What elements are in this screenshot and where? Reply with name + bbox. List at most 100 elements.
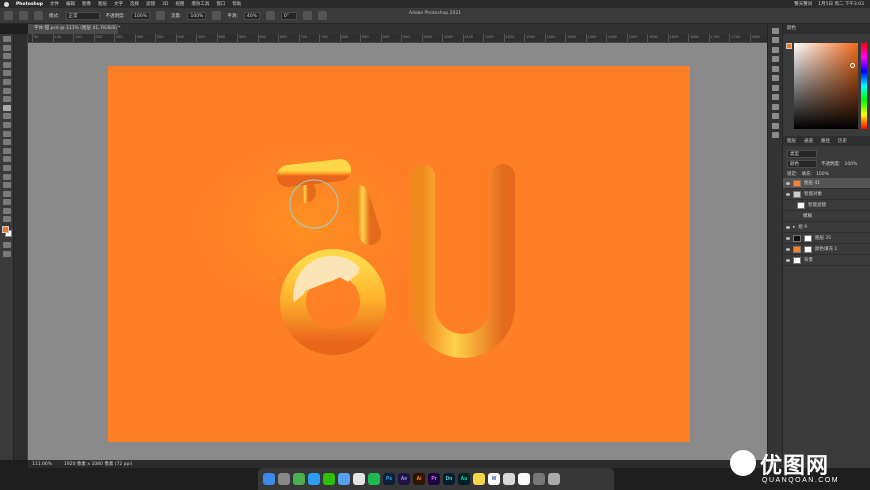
brush-preset-icon[interactable] [34,11,43,20]
audition-icon[interactable]: Au [458,473,470,485]
quick-mask-icon[interactable] [2,242,11,249]
menu-window[interactable]: 窗口 [216,1,225,7]
symmetry-icon[interactable] [317,11,327,20]
menubar-status-text[interactable]: 蟹天蟹间 [794,1,812,7]
layer-row[interactable]: ▸ 组 9 [783,222,870,233]
properties-icon[interactable] [771,37,779,43]
rectangle-tool-icon[interactable] [2,190,11,197]
crop-tool-icon[interactable] [2,70,11,77]
hand-tool-icon[interactable] [2,199,11,206]
visibility-eye-icon[interactable] [786,236,790,240]
menu-edit[interactable]: 编辑 [66,1,75,7]
layer-name[interactable]: 智能滤镜 [808,202,826,208]
healing-brush-tool-icon[interactable] [2,96,11,103]
layer-name[interactable]: 智能对象 [804,191,822,197]
zoom-tool-icon[interactable] [2,207,11,214]
smoothing-settings-icon[interactable] [265,11,275,20]
color-field[interactable] [794,43,858,129]
airbrush-icon[interactable] [212,11,222,20]
premiere-icon[interactable]: Pr [428,473,440,485]
artboard[interactable] [108,66,690,442]
layer-name[interactable]: 颜色填充 1 [815,246,837,252]
eyedropper-tool-icon[interactable] [2,87,11,94]
layer-row[interactable]: 背景 [783,255,870,266]
paragraph-icon[interactable] [771,65,779,72]
tab-layers[interactable]: 图层 [787,138,796,144]
blend-mode-select[interactable]: 颜色 [787,160,817,168]
color-swatches[interactable] [0,226,13,240]
word-icon[interactable]: W [488,473,500,485]
launchpad-icon[interactable] [278,473,290,485]
menu-filter[interactable]: 滤镜 [146,1,155,7]
layer-filter-kind[interactable]: 类型 [787,150,817,158]
tab-paths[interactable]: 路径 [821,138,830,144]
preview-icon[interactable] [503,473,515,485]
layer-name[interactable]: 图层 35 [815,235,831,241]
menu-file[interactable]: 文件 [50,1,59,7]
layer-opacity-value[interactable]: 100% [845,162,858,167]
menu-3d[interactable]: 3D [162,2,168,7]
layer-row[interactable]: 图层 35 [783,233,870,244]
wechat-icon[interactable] [323,473,335,485]
color-panel-tab[interactable]: 颜色 [783,24,870,34]
move-tool-icon[interactable] [2,36,11,42]
after-effects-icon[interactable]: Ae [398,473,410,485]
foreground-swatch[interactable] [2,226,9,234]
menu-type[interactable]: 文字 [114,1,123,7]
mode-select[interactable]: 正常 [65,11,100,20]
layer-name[interactable]: 组 9 [798,224,807,230]
color-picker-handle[interactable] [850,63,855,68]
menu-help[interactable]: 帮助 [232,1,241,7]
pressure-size-icon[interactable] [302,11,312,20]
trash-icon[interactable] [548,473,560,485]
status-doc-info[interactable]: 1920 像素 x 1080 像素 (72 ppi) [64,461,132,467]
character-icon[interactable] [771,56,779,62]
home-icon[interactable] [4,11,13,20]
layer-name[interactable]: 背景 [804,257,813,263]
menu-view[interactable]: 视图 [175,1,184,7]
dimension-icon[interactable]: Dn [443,473,455,485]
layer-name[interactable]: 模糊 [803,213,812,219]
status-zoom[interactable]: 111.06% [32,462,52,467]
tab-channels[interactable]: 通道 [804,138,813,144]
canvas-workspace[interactable] [28,43,767,460]
calendar-icon[interactable] [518,473,530,485]
menu-app-name[interactable]: Photoshop [16,2,43,7]
layer-name[interactable]: 图层 41 [804,180,820,186]
menu-plugins[interactable]: 增效工具 [191,1,209,7]
eraser-tool-icon[interactable] [2,130,11,137]
hue-slider[interactable] [861,43,867,129]
lasso-tool-icon[interactable] [2,53,11,60]
screen-mode-icon[interactable] [2,251,11,258]
color-panel-foreground-swatch[interactable] [786,43,792,49]
menu-image[interactable]: 图像 [82,1,91,7]
history-brush-tool-icon[interactable] [2,121,11,128]
brush-settings-icon[interactable] [771,46,779,53]
apple-icon[interactable] [4,1,9,7]
visibility-eye-icon[interactable] [786,181,790,185]
opacity-input[interactable]: 100% [131,11,150,20]
layer-row[interactable]: 智能滤镜 [783,200,870,211]
styles-icon[interactable] [771,132,779,138]
dodge-tool-icon[interactable] [2,156,11,163]
document-tab[interactable]: 字体-甜.psd @ 111% (图层 41, RGB/8) * [28,24,121,34]
safari-icon[interactable] [308,473,320,485]
path-select-tool-icon[interactable] [2,182,11,189]
marquee-tool-icon[interactable] [2,44,11,51]
layer-row[interactable]: 图层 41 [783,178,870,189]
history-icon[interactable] [771,27,779,34]
patterns-icon[interactable] [771,122,779,129]
gradient-tool-icon[interactable] [2,139,11,146]
menubar-clock[interactable]: 1月5日 周二 下午3:03 [818,1,864,7]
music-icon[interactable] [353,473,365,485]
chrome-icon[interactable] [293,473,305,485]
blur-tool-icon[interactable] [2,147,11,154]
glyphs-icon[interactable] [771,75,779,81]
libraries-icon[interactable] [771,94,779,100]
mail-icon[interactable] [338,473,350,485]
notes-icon[interactable] [473,473,485,485]
layer-row[interactable]: 智能对象 [783,189,870,200]
brush-tool-icon[interactable] [2,104,11,111]
illustrator-icon[interactable]: Ai [413,473,425,485]
visibility-eye-icon[interactable] [786,247,790,251]
